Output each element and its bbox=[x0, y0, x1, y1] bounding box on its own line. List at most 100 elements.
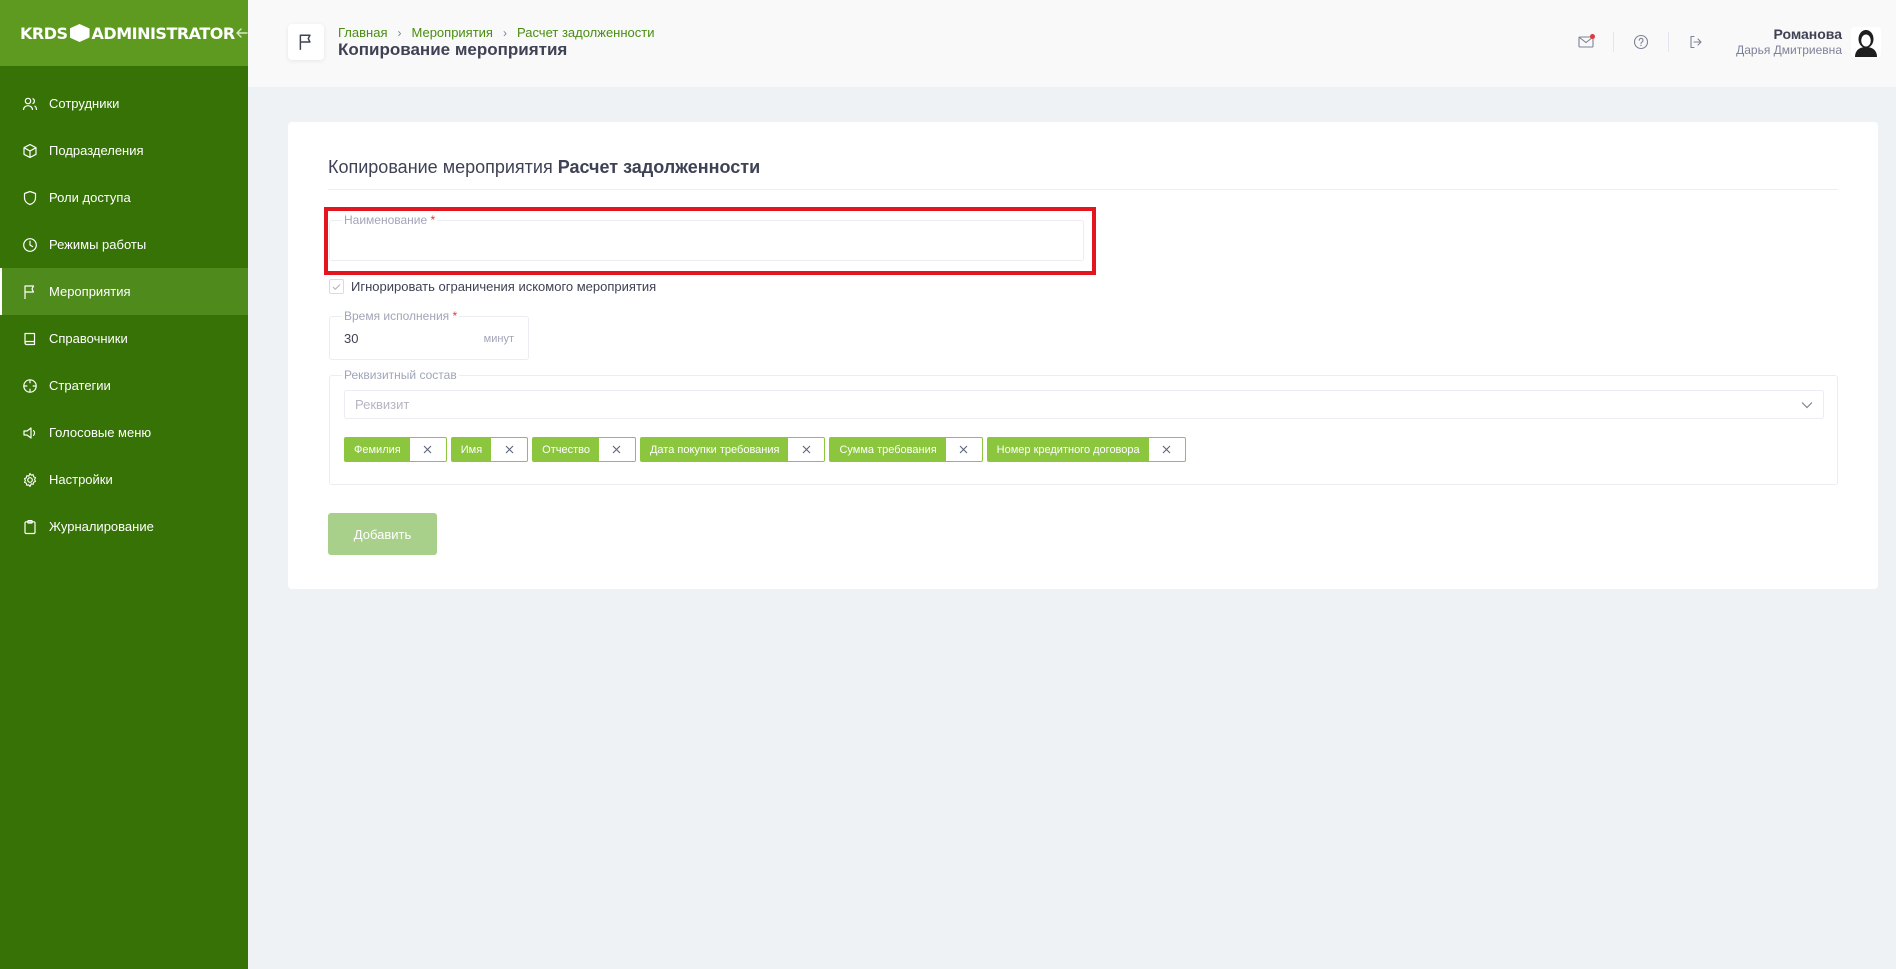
sidebar-item-label: Голосовые меню bbox=[49, 425, 152, 440]
time-unit-label: минут bbox=[483, 333, 514, 345]
divider bbox=[1613, 32, 1614, 52]
logo: KRDS ADMINISTRATOR bbox=[20, 24, 235, 43]
sidebar-item-departments[interactable]: Подразделения bbox=[0, 127, 248, 174]
tag: Дата покупки требования bbox=[639, 437, 826, 462]
requisite-select[interactable]: Реквизит bbox=[344, 390, 1824, 419]
form-divider bbox=[328, 189, 1838, 190]
execution-time-input[interactable] bbox=[344, 331, 444, 346]
page-title: Копирование мероприятия bbox=[338, 40, 568, 59]
required-mark: * bbox=[452, 309, 458, 323]
close-icon bbox=[505, 445, 514, 454]
sidebar-item-label: Журналирование bbox=[49, 519, 154, 534]
help-button[interactable] bbox=[1631, 32, 1651, 52]
name-input[interactable] bbox=[342, 233, 1062, 248]
flag-icon bbox=[22, 284, 38, 300]
cube-icon bbox=[22, 143, 38, 159]
tag-remove-button[interactable] bbox=[599, 438, 635, 461]
tag: Фемилия bbox=[344, 437, 447, 462]
ignore-restrictions-checkbox-row[interactable]: Игнорировать ограничения искомого меропр… bbox=[329, 279, 656, 294]
collapse-sidebar-button[interactable] bbox=[235, 24, 249, 42]
user-profile[interactable]: Романова Дарья Дмитриевна bbox=[1736, 26, 1881, 58]
sidebar-item-label: Настройки bbox=[49, 472, 113, 487]
arrow-left-icon bbox=[235, 28, 248, 38]
crosshair-icon bbox=[22, 378, 38, 394]
top-actions bbox=[1576, 32, 1706, 52]
speaker-icon bbox=[22, 425, 38, 441]
sidebar-nav: Сотрудники Подразделения Роли доступа Ре… bbox=[0, 66, 248, 550]
breadcrumb: Главная › Мероприятия › Расчет задолженн… bbox=[338, 25, 654, 40]
mail-button[interactable] bbox=[1576, 32, 1596, 52]
close-icon bbox=[423, 445, 432, 454]
ignore-restrictions-label: Игнорировать ограничения искомого меропр… bbox=[351, 279, 657, 294]
sidebar-item-logging[interactable]: Журналирование bbox=[0, 503, 248, 550]
breadcrumb-events[interactable]: Мероприятия bbox=[411, 25, 493, 40]
sidebar-item-employees[interactable]: Сотрудники bbox=[0, 80, 248, 127]
sidebar-item-settings[interactable]: Настройки bbox=[0, 456, 248, 503]
tag-label: Номер кредитного договора bbox=[987, 438, 1149, 461]
tag-remove-button[interactable] bbox=[491, 438, 527, 461]
page-flag-icon bbox=[288, 24, 324, 60]
sidebar-item-voice-menus[interactable]: Голосовые меню bbox=[0, 409, 248, 456]
close-icon bbox=[613, 445, 621, 454]
sidebar-item-label: Режимы работы bbox=[49, 237, 147, 252]
requisites-group: Реквизитный состав Реквизит Фемилия Имя … bbox=[329, 369, 1838, 485]
topbar: Главная › Мероприятия › Расчет задолженн… bbox=[248, 0, 1896, 87]
execution-time-label: Время исполнения * bbox=[342, 309, 460, 323]
form-card: Копирование мероприятия Расчет задолженн… bbox=[288, 122, 1878, 589]
tag-label: Фемилия bbox=[345, 438, 410, 461]
sidebar-item-events[interactable]: Мероприятия bbox=[0, 268, 248, 315]
sidebar-item-directories[interactable]: Справочники bbox=[0, 315, 248, 362]
name-field-label: Наименование * bbox=[342, 213, 438, 227]
ignore-restrictions-checkbox[interactable] bbox=[329, 279, 344, 294]
tag-remove-button[interactable] bbox=[788, 438, 824, 461]
user-last-name: Романова bbox=[1773, 26, 1842, 42]
clipboard-icon bbox=[22, 519, 38, 535]
tag: Номер кредитного договора bbox=[986, 437, 1186, 462]
breadcrumb-home[interactable]: Главная bbox=[338, 25, 387, 40]
sidebar-item-work-modes[interactable]: Режимы работы bbox=[0, 221, 248, 268]
logo-cube-icon bbox=[69, 24, 90, 42]
shield-icon bbox=[22, 190, 38, 206]
sidebar: KRDS ADMINISTRATOR Сотрудники Подразделе… bbox=[0, 0, 248, 969]
tag: Имя bbox=[450, 437, 529, 462]
form-title-event-name: Расчет задолженности bbox=[557, 157, 761, 177]
sidebar-item-label: Мероприятия bbox=[49, 284, 131, 299]
gear-icon bbox=[22, 472, 38, 488]
tag-remove-button[interactable] bbox=[946, 438, 982, 461]
breadcrumb-chevron-icon: › bbox=[397, 25, 402, 40]
requisite-select-placeholder: Реквизит bbox=[355, 397, 410, 412]
execution-time-field: Время исполнения * минут bbox=[329, 310, 529, 360]
logout-icon bbox=[1690, 35, 1702, 49]
user-first-name: Дарья Дмитриевна bbox=[1736, 43, 1842, 57]
close-icon bbox=[959, 445, 968, 454]
sidebar-item-label: Сотрудники bbox=[49, 96, 120, 111]
sidebar-item-label: Подразделения bbox=[49, 143, 144, 158]
clock-icon bbox=[22, 237, 38, 253]
chevron-down-icon bbox=[1801, 401, 1813, 408]
tag-label: Сумма требования bbox=[830, 438, 946, 461]
breadcrumb-current[interactable]: Расчет задолженности bbox=[517, 25, 655, 40]
sidebar-item-access-roles[interactable]: Роли доступа bbox=[0, 174, 248, 221]
close-icon bbox=[802, 445, 811, 454]
sidebar-item-label: Справочники bbox=[49, 331, 128, 346]
sidebar-item-strategies[interactable]: Стратегии bbox=[0, 362, 248, 409]
tag: Отчество bbox=[532, 437, 636, 462]
tag: Сумма требования bbox=[829, 437, 983, 462]
tag-remove-button[interactable] bbox=[1149, 438, 1185, 461]
check-icon bbox=[332, 283, 341, 290]
tag-remove-button[interactable] bbox=[410, 438, 446, 461]
breadcrumb-chevron-icon: › bbox=[502, 25, 507, 40]
requisite-tags: Фемилия Имя Отчество Дата покупки требов… bbox=[344, 437, 1190, 462]
name-field: Наименование * bbox=[329, 214, 1084, 261]
close-icon bbox=[1162, 445, 1171, 454]
tag-label: Отчество bbox=[533, 438, 599, 461]
logo-text-left: KRDS bbox=[20, 23, 68, 43]
user-avatar-icon bbox=[1851, 27, 1881, 57]
notification-dot bbox=[1590, 34, 1595, 39]
users-icon bbox=[22, 96, 38, 112]
form-title-prefix: Копирование мероприятия bbox=[328, 157, 553, 177]
add-button[interactable]: Добавить bbox=[328, 513, 437, 555]
tag-label: Дата покупки требования bbox=[640, 438, 789, 461]
logout-button[interactable] bbox=[1686, 32, 1706, 52]
form-title: Копирование мероприятия Расчет задолженн… bbox=[328, 157, 760, 178]
